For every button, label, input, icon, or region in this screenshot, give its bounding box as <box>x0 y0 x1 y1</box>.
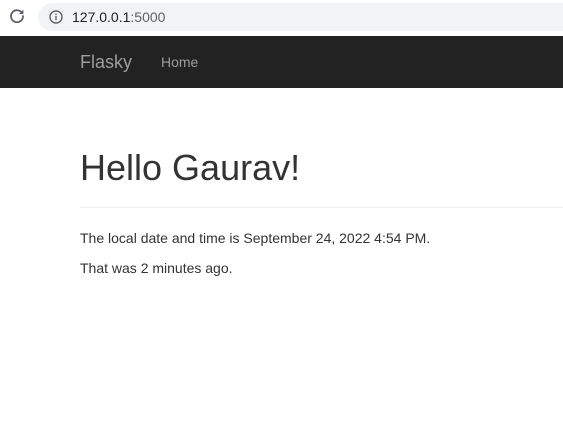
reload-icon[interactable] <box>8 7 26 25</box>
url-text[interactable]: 127.0.0.1:5000 <box>72 8 165 26</box>
url-host: 127.0.0.1 <box>72 9 131 25</box>
navbar: Flasky Home <box>0 36 563 88</box>
browser-toolbar: 127.0.0.1:5000 <box>0 0 563 35</box>
nav-link-home[interactable]: Home <box>161 53 198 71</box>
url-port: :5000 <box>130 9 166 25</box>
address-bar[interactable]: 127.0.0.1:5000 <box>38 3 563 31</box>
relative-time-text: That was 2 minutes ago. <box>80 260 233 276</box>
navbar-brand[interactable]: Flasky <box>80 50 132 74</box>
page-title: Hello Gaurav! <box>80 147 301 188</box>
info-icon[interactable] <box>49 10 63 24</box>
local-time-text: The local date and time is September 24,… <box>80 230 431 246</box>
page-header: Hello Gaurav! <box>80 146 563 208</box>
